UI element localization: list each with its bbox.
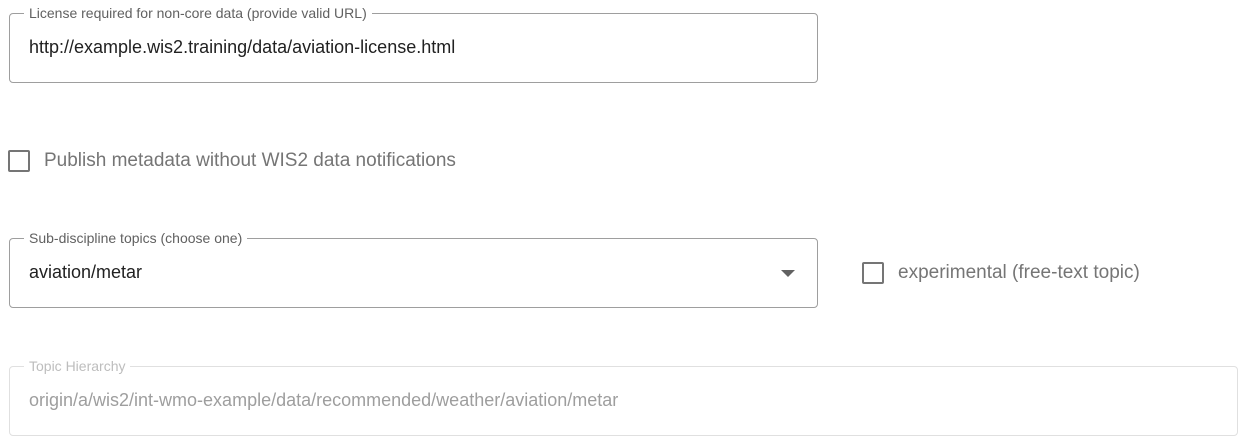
experimental-label[interactable]: experimental (free-text topic) — [898, 262, 1140, 284]
publish-metadata-label[interactable]: Publish metadata without WIS2 data notif… — [44, 150, 456, 172]
license-url-value[interactable]: http://example.wis2.training/data/aviati… — [29, 36, 455, 58]
caret-down-icon[interactable] — [781, 270, 795, 277]
subdiscipline-topics-value[interactable]: aviation/metar — [29, 261, 142, 283]
publish-metadata-checkbox-row[interactable]: Publish metadata without WIS2 data notif… — [8, 150, 456, 172]
experimental-checkbox-row[interactable]: experimental (free-text topic) — [862, 262, 1140, 284]
license-url-label: License required for non-core data (prov… — [24, 5, 372, 21]
topic-hierarchy-value: origin/a/wis2/int-wmo-example/data/recom… — [29, 390, 619, 410]
subdiscipline-topics-select[interactable]: Sub-discipline topics (choose one) aviat… — [9, 230, 818, 308]
experimental-checkbox[interactable] — [862, 262, 884, 284]
topic-hierarchy-label: Topic Hierarchy — [24, 358, 131, 374]
topic-hierarchy-field: Topic Hierarchy origin/a/wis2/int-wmo-ex… — [9, 358, 1238, 436]
subdiscipline-topics-label: Sub-discipline topics (choose one) — [24, 230, 248, 246]
publish-metadata-checkbox[interactable] — [8, 150, 30, 172]
license-url-field[interactable]: License required for non-core data (prov… — [9, 5, 818, 83]
